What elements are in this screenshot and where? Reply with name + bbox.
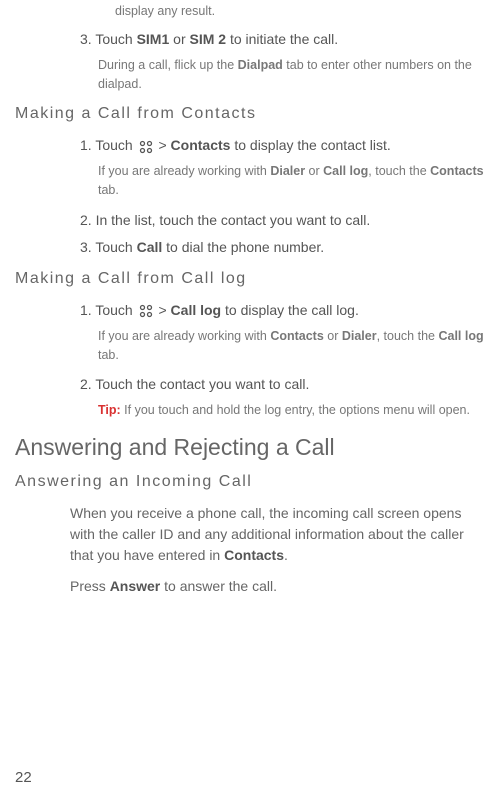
document-page: display any result. 3. Touch SIM1 or SIM… bbox=[15, 0, 486, 597]
step-text: Touch the contact you want to call. bbox=[95, 376, 309, 392]
step-text-pre: Touch bbox=[95, 137, 136, 153]
contacts-step-3: 3. Touch Call to dial the phone number. bbox=[80, 237, 486, 258]
contacts-tab-label: Contacts bbox=[430, 164, 483, 178]
page-number: 22 bbox=[15, 769, 32, 786]
tip-text: If you touch and hold the log entry, the… bbox=[124, 403, 470, 417]
step-text-pre: Touch bbox=[95, 239, 136, 255]
apps-grid-icon bbox=[139, 304, 153, 318]
calllog-step-1-note: If you are already working with Contacts… bbox=[98, 327, 486, 365]
partial-note: display any result. bbox=[115, 2, 486, 21]
para-pre: Press bbox=[70, 578, 110, 594]
step-text-post: to initiate the call. bbox=[226, 31, 338, 47]
note-mid1: or bbox=[324, 329, 342, 343]
tip-label: Tip: bbox=[98, 403, 124, 417]
step-text-post: to dial the phone number. bbox=[162, 239, 324, 255]
step-text-post: to display the contact list. bbox=[230, 137, 390, 153]
heading-contacts: Making a Call from Contacts bbox=[15, 105, 486, 123]
note-post: tab. bbox=[98, 348, 119, 362]
calllog-label: Call log bbox=[323, 164, 368, 178]
step-text-pre: Touch bbox=[95, 31, 136, 47]
call-label: Call bbox=[137, 239, 163, 255]
step-3-note: During a call, flick up the Dialpad tab … bbox=[98, 56, 486, 94]
note-pre: If you are already working with bbox=[98, 164, 270, 178]
step-text: In the list, touch the contact you want … bbox=[96, 212, 371, 228]
calllog-step-2: 2. Touch the contact you want to call. bbox=[80, 374, 486, 395]
contacts-label: Contacts bbox=[171, 137, 231, 153]
step-number: 2. bbox=[80, 212, 92, 228]
calllog-tab-label: Call log bbox=[438, 329, 483, 343]
step-text-or: or bbox=[169, 31, 189, 47]
heading-answering-incoming: Answering an Incoming Call bbox=[15, 473, 486, 491]
note-mid2: , touch the bbox=[377, 329, 439, 343]
calllog-label: Call log bbox=[171, 302, 222, 318]
contacts-step-1: 1. Touch > Contacts to display the conta… bbox=[80, 135, 486, 156]
step-number: 3. bbox=[80, 31, 92, 47]
tip-note: Tip: If you touch and hold the log entry… bbox=[98, 401, 486, 420]
contacts-label: Contacts bbox=[270, 329, 323, 343]
note-mid1: or bbox=[305, 164, 323, 178]
gt-separator: > bbox=[155, 302, 171, 318]
step-3: 3. Touch SIM1 or SIM 2 to initiate the c… bbox=[80, 29, 486, 50]
contacts-step-2: 2. In the list, touch the contact you wa… bbox=[80, 210, 486, 231]
dialer-label: Dialer bbox=[270, 164, 305, 178]
para-post: to answer the call. bbox=[160, 578, 277, 594]
answer-paragraph-1: When you receive a phone call, the incom… bbox=[70, 503, 486, 566]
calllog-step-1: 1. Touch > Call log to display the call … bbox=[80, 300, 486, 321]
heading-calllog: Making a Call from Call log bbox=[15, 270, 486, 288]
dialer-label: Dialer bbox=[342, 329, 377, 343]
step-number: 1. bbox=[80, 137, 92, 153]
step-text-post: to display the call log. bbox=[221, 302, 359, 318]
answer-paragraph-2: Press Answer to answer the call. bbox=[70, 576, 486, 597]
contacts-step-1-note: If you are already working with Dialer o… bbox=[98, 162, 486, 200]
sim2-label: SIM 2 bbox=[190, 31, 227, 47]
para-post: . bbox=[284, 547, 288, 563]
heading-answering-rejecting: Answering and Rejecting a Call bbox=[15, 434, 486, 461]
note-pre: If you are already working with bbox=[98, 329, 270, 343]
note-pre: During a call, flick up the bbox=[98, 58, 238, 72]
apps-grid-icon bbox=[139, 140, 153, 154]
contacts-label: Contacts bbox=[224, 547, 284, 563]
note-post: tab. bbox=[98, 183, 119, 197]
step-text-pre: Touch bbox=[95, 302, 136, 318]
step-number: 1. bbox=[80, 302, 92, 318]
answer-label: Answer bbox=[110, 578, 161, 594]
step-number: 3. bbox=[80, 239, 92, 255]
sim1-label: SIM1 bbox=[137, 31, 170, 47]
step-number: 2. bbox=[80, 376, 92, 392]
dialpad-label: Dialpad bbox=[238, 58, 283, 72]
gt-separator: > bbox=[155, 137, 171, 153]
note-mid2: , touch the bbox=[368, 164, 430, 178]
